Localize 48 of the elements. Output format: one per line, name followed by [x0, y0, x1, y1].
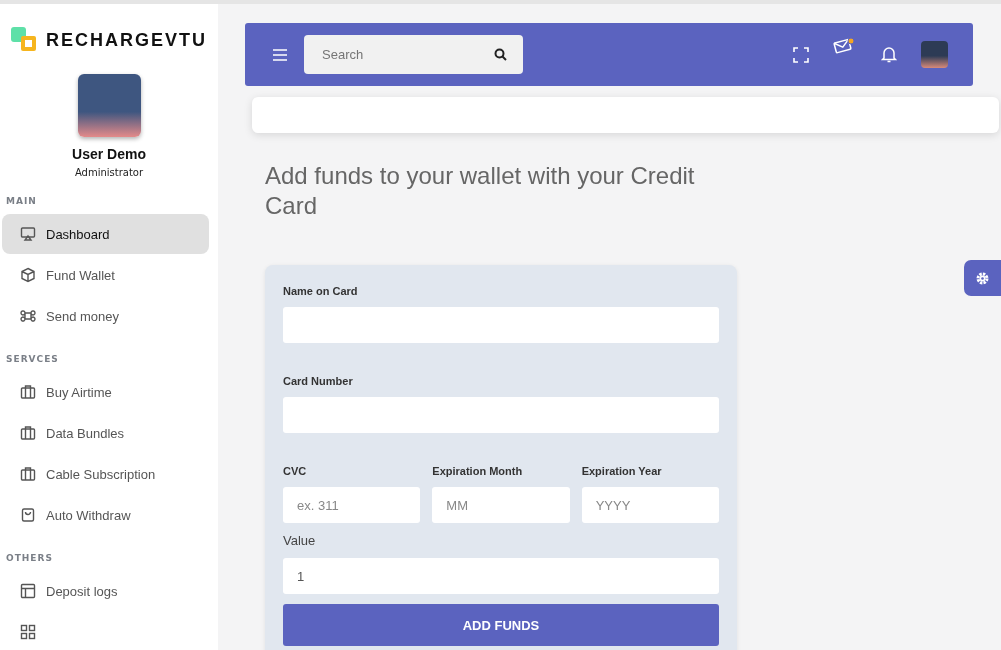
section-heading: MAIN [5, 196, 38, 206]
layout-icon [20, 583, 36, 599]
grid-icon [20, 624, 36, 640]
field-label: Name on Card [283, 285, 359, 297]
sidebar-item[interactable]: Buy Airtime [2, 372, 209, 412]
input-field[interactable] [283, 307, 719, 343]
cube-icon [20, 267, 36, 283]
sidebar-item[interactable]: Send money [2, 296, 209, 336]
briefcase-icon [20, 384, 36, 400]
briefcase-icon [20, 425, 36, 441]
sidebar-item[interactable]: Fund Wallet [2, 255, 209, 295]
settings-button[interactable] [964, 260, 1001, 296]
user-role: Administrator [74, 167, 144, 178]
section-heading: OTHERS [5, 553, 54, 563]
menu-icon[interactable] [272, 47, 288, 62]
section-heading: SERVCES [5, 354, 60, 364]
bag-icon [20, 507, 36, 523]
logo-icon [10, 26, 38, 54]
input-field[interactable]: YYYY [581, 487, 719, 523]
search-icon[interactable] [494, 48, 507, 61]
mail-icon[interactable] [833, 35, 855, 54]
sidebar-item[interactable]: Cable Subscription [2, 454, 209, 494]
fullscreen-icon[interactable] [793, 46, 809, 63]
field-label: Expiration Year [581, 465, 663, 477]
input-field[interactable] [283, 397, 719, 433]
settings-icon[interactable] [976, 271, 989, 285]
sidebar-item[interactable]: Deposit logs [2, 571, 209, 611]
sidebar-item[interactable]: Dashboard [2, 214, 209, 254]
input-field[interactable]: MM [432, 487, 570, 523]
add-funds-button[interactable]: ADD FUNDS [283, 604, 719, 646]
search-field[interactable]: Search [304, 35, 523, 74]
field-label: Card Number [283, 375, 354, 387]
brand-name: RECHARGEVTU [46, 29, 207, 51]
avatar-photo-placeholder[interactable] [921, 41, 948, 68]
bell-icon[interactable] [881, 46, 897, 63]
avatar-photo-placeholder [77, 74, 141, 137]
field-label: CVC [283, 465, 308, 477]
field-label: Expiration Month [432, 465, 524, 477]
command-icon [20, 308, 36, 324]
monitor-icon [20, 226, 36, 242]
sidebar-item[interactable]: Data Bundles [2, 413, 209, 453]
page-title: Add funds to your wallet with your Credit Card [265, 161, 696, 221]
briefcase-icon [20, 466, 36, 482]
field-label: Value [283, 533, 317, 548]
user-name: User Demo [72, 146, 146, 162]
sidebar-item[interactable]: Auto Withdraw [2, 495, 209, 535]
input-field[interactable]: ex. 311 [283, 487, 421, 523]
input-field[interactable]: 1 [283, 558, 719, 594]
